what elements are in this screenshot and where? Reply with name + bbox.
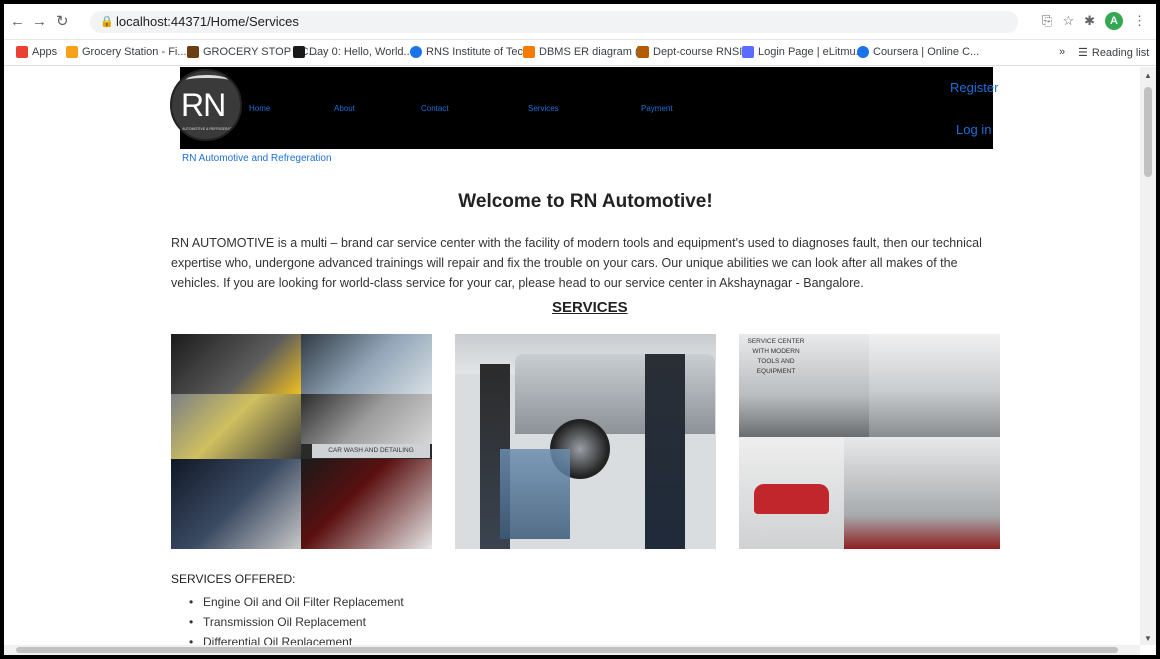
site-header	[180, 67, 993, 149]
nav-payment[interactable]: Payment	[641, 104, 673, 113]
bookmark-apps[interactable]: Apps	[16, 46, 57, 58]
bookmark-favicon	[742, 46, 754, 58]
address-bar-row: ← → ↻ 🔒 localhost:44371/Home/Services ⎘ …	[4, 4, 1156, 40]
horizontal-scrollbar[interactable]	[4, 645, 1140, 655]
page-viewport: RN AUTOMOTIVE & REFRIGERATION Home About…	[4, 67, 1140, 645]
back-icon[interactable]: ←	[10, 13, 25, 31]
forward-icon[interactable]: →	[32, 13, 47, 31]
service-center-caption: SERVICE CENTER WITH MODERN TOOLS AND EQU…	[747, 338, 805, 375]
bookmark-favicon	[293, 46, 305, 58]
login-link[interactable]: Log in	[956, 122, 991, 137]
scroll-up-icon[interactable]: ▲	[1144, 71, 1152, 80]
services-offered-label: SERVICES OFFERED:	[171, 572, 296, 586]
scroll-down-icon[interactable]: ▼	[1144, 634, 1152, 643]
list-item: Engine Oil and Oil Filter Replacement	[189, 592, 404, 612]
bookmarks-bar: Apps Grocery Station - Fi... GROCERY STO…	[4, 40, 1156, 66]
menu-icon[interactable]: ⋮	[1133, 13, 1146, 29]
share-icon[interactable]: ⎘	[1042, 13, 1052, 29]
intro-paragraph: RN AUTOMOTIVE is a multi – brand car ser…	[171, 236, 982, 290]
bookmark-grocery-station[interactable]: Grocery Station - Fi...	[66, 46, 187, 58]
bookmark-elitmus[interactable]: Login Page | eLitmu...	[742, 46, 865, 58]
url-field[interactable]: 🔒 localhost:44371/Home/Services	[90, 11, 1018, 33]
site-logo[interactable]: RN AUTOMOTIVE & REFRIGERATION	[170, 69, 242, 141]
bookmark-favicon	[523, 46, 535, 58]
bookmark-favicon	[857, 46, 869, 58]
star-icon[interactable]: ☆	[1062, 13, 1074, 29]
logo-subtitle: AUTOMOTIVE & REFRIGERATION	[182, 127, 238, 131]
lock-icon: 🔒	[100, 16, 114, 28]
list-item: Transmission Oil Replacement	[189, 612, 404, 632]
mechanics-image	[455, 334, 716, 549]
reading-list[interactable]: ☰ Reading list	[1078, 46, 1149, 60]
nav-services[interactable]: Services	[528, 104, 559, 113]
bookmark-dbms-er[interactable]: DBMS ER diagram (...	[523, 46, 648, 58]
nav-home[interactable]: Home	[249, 104, 270, 113]
car-wash-caption: CAR WASH AND DETAILING	[312, 444, 430, 458]
list-item: Differential Oil Replacement	[189, 632, 404, 645]
logo-text: RN	[181, 87, 226, 123]
nav-contact[interactable]: Contact	[421, 104, 449, 113]
register-link[interactable]: Register	[950, 80, 998, 95]
bookmark-hello-world[interactable]: Day 0: Hello, World....	[293, 46, 416, 58]
car-wash-image: CAR WASH AND DETAILING	[171, 334, 432, 549]
bookmark-favicon	[66, 46, 78, 58]
apps-grid-icon	[16, 46, 28, 58]
nav-about[interactable]: About	[334, 104, 355, 113]
extensions-icon[interactable]: ✱	[1084, 13, 1095, 29]
services-list: Engine Oil and Oil Filter Replacement Tr…	[189, 592, 404, 645]
bookmarks-overflow-icon[interactable]: »	[1059, 46, 1065, 58]
reading-list-icon: ☰	[1078, 47, 1088, 59]
bookmark-favicon	[410, 46, 422, 58]
vertical-scrollbar[interactable]: ▲ ▼	[1140, 67, 1156, 645]
brand-link[interactable]: RN Automotive and Refregeration	[182, 153, 332, 164]
bookmark-coursera[interactable]: Coursera | Online C...	[857, 46, 979, 58]
profile-avatar[interactable]: A	[1105, 12, 1123, 30]
page-title: Welcome to RN Automotive!	[458, 191, 713, 212]
bookmark-rns-institute[interactable]: RNS Institute of Tec...	[410, 46, 532, 58]
vertical-scroll-thumb[interactable]	[1144, 87, 1152, 177]
logo-car-arc	[186, 75, 228, 85]
bookmark-favicon	[187, 46, 199, 58]
bookmark-favicon	[637, 46, 649, 58]
url-text: localhost:44371/Home/Services	[116, 14, 299, 29]
service-center-image: SERVICE CENTER WITH MODERN TOOLS AND EQU…	[739, 334, 1000, 549]
bookmark-dept-course[interactable]: Dept-course RNSIT	[637, 46, 749, 58]
horizontal-scroll-thumb[interactable]	[16, 647, 1118, 653]
services-heading: SERVICES	[552, 299, 628, 316]
reload-icon[interactable]: ↻	[56, 13, 69, 31]
